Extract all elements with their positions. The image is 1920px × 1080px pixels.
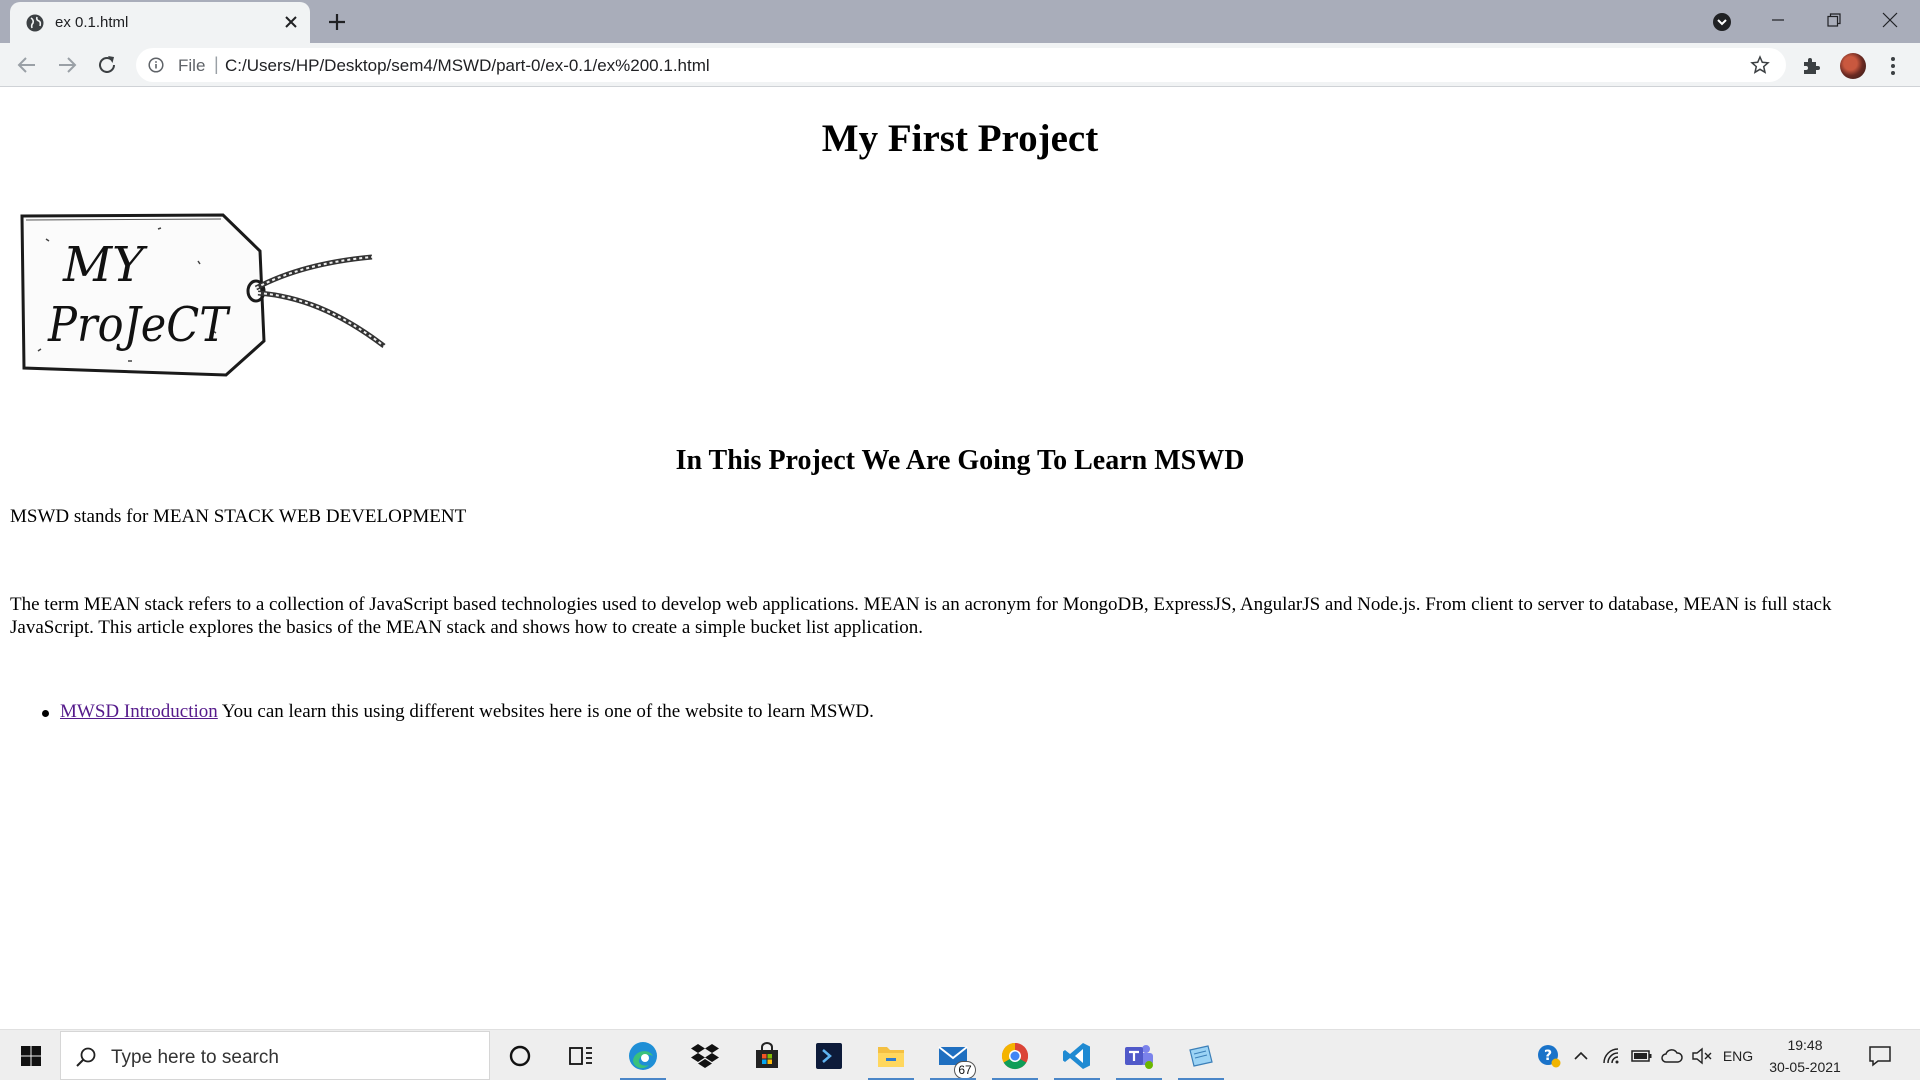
taskbar-dropbox[interactable] <box>676 1033 734 1079</box>
info-icon[interactable] <box>148 57 164 73</box>
reload-icon <box>99 56 115 73</box>
chevron-up-icon <box>1574 1051 1588 1060</box>
list-item: MWSD Introduction You can learn this usi… <box>42 701 1860 723</box>
windows-logo-icon <box>21 1045 41 1066</box>
extensions-puzzle-icon[interactable] <box>1800 55 1822 77</box>
store-bag-icon <box>756 1042 778 1068</box>
vscode-icon <box>1063 1043 1090 1069</box>
notification-icon <box>1869 1045 1891 1067</box>
list-item-text: You can learn this using different websi… <box>217 701 874 722</box>
search-placeholder: Type here to search <box>111 1047 279 1068</box>
tag-lettering-line-2: ProJeCT <box>47 297 231 353</box>
start-button[interactable] <box>10 1030 52 1080</box>
browser-toolbar: File | C:/Users/HP/Desktop/sem4/MSWD/par… <box>0 43 1920 87</box>
section-heading: In This Project We Are Going To Learn MS… <box>675 445 1245 476</box>
mwsd-introduction-link[interactable]: MWSD Introduction <box>60 701 218 722</box>
arrow-right-icon <box>59 57 77 73</box>
minimize-icon <box>1772 19 1784 21</box>
dropbox-icon <box>691 1044 719 1068</box>
notepad-icon <box>1189 1045 1213 1067</box>
wifi-icon <box>1603 1047 1619 1063</box>
url-separator: | <box>214 54 219 74</box>
tab-title: ex 0.1.html <box>55 14 129 31</box>
url-scheme-label: File <box>178 56 206 75</box>
help-question-icon: ? <box>1538 1044 1561 1067</box>
intro-paragraph: MSWD stands for MEAN STACK WEB DEVELOPME… <box>10 506 467 527</box>
svg-text:?: ? <box>1544 1048 1552 1064</box>
search-icon <box>76 1047 96 1067</box>
tray-show-hidden[interactable] <box>1568 1030 1594 1080</box>
tray-battery[interactable] <box>1628 1030 1656 1080</box>
window-close-button[interactable] <box>1862 0 1918 40</box>
tab-search-icon[interactable] <box>1710 10 1734 34</box>
taskbar-store[interactable] <box>738 1033 796 1079</box>
action-center-button[interactable] <box>1860 1030 1900 1080</box>
cortana-circle-icon <box>509 1045 531 1067</box>
tray-onedrive[interactable] <box>1658 1030 1686 1080</box>
list-bullet <box>42 710 49 717</box>
address-bar[interactable]: File | C:/Users/HP/Desktop/sem4/MSWD/par… <box>136 48 1786 82</box>
browser-tab-active[interactable]: ex 0.1.html <box>10 2 310 43</box>
taskbar-teams[interactable] <box>1110 1033 1168 1080</box>
reload-button[interactable] <box>94 52 120 78</box>
taskbar-notepad-app[interactable] <box>1172 1033 1230 1080</box>
new-tab-plus-icon[interactable] <box>324 9 350 35</box>
mail-unread-badge: 67 <box>954 1061 976 1079</box>
description-paragraph: The term MEAN stack refers to a collecti… <box>10 594 1832 638</box>
my-project-tag-image: MY ProJeCT <box>8 191 398 405</box>
forward-button[interactable] <box>54 52 80 78</box>
chrome-icon <box>1001 1042 1029 1070</box>
window-restore-button[interactable] <box>1806 0 1862 40</box>
windows-taskbar: Type here to search 67 ? ENG 19:48 30-05… <box>0 1029 1920 1080</box>
tray-network[interactable] <box>1598 1030 1626 1080</box>
arrow-left-icon <box>17 57 35 73</box>
edge-browser-icon <box>629 1042 657 1070</box>
restore-icon <box>1827 13 1841 27</box>
window-minimize-button[interactable] <box>1750 0 1806 40</box>
taskbar-chrome[interactable] <box>986 1033 1044 1080</box>
task-view-icon <box>569 1047 592 1065</box>
taskbar-clock[interactable]: 19:48 30-05-2021 <box>1760 1034 1850 1078</box>
bookmark-star-icon[interactable] <box>1750 55 1770 75</box>
taskbar-search-box[interactable]: Type here to search <box>60 1031 490 1080</box>
kebab-menu-icon[interactable] <box>1882 54 1904 78</box>
cloud-icon <box>1661 1048 1683 1063</box>
back-button[interactable] <box>14 52 40 78</box>
tray-volume[interactable] <box>1688 1030 1716 1080</box>
page-title: My First Project <box>821 117 1099 160</box>
profile-avatar[interactable] <box>1840 53 1866 79</box>
clock-time: 19:48 <box>1787 1037 1823 1053</box>
tray-help[interactable]: ? <box>1532 1030 1566 1080</box>
browser-tab-strip: ex 0.1.html <box>0 0 1920 43</box>
powershell-icon <box>816 1043 842 1069</box>
close-icon <box>1882 12 1898 28</box>
resource-list: MWSD Introduction You can learn this usi… <box>42 701 1860 723</box>
tray-language[interactable]: ENG <box>1718 1030 1758 1080</box>
tag-lettering-line-1: MY <box>62 237 148 293</box>
volume-muted-icon <box>1692 1047 1712 1064</box>
web-page-content: My First Project MY ProJeCT In This Proj… <box>0 88 1920 1029</box>
taskbar-vscode[interactable] <box>1048 1033 1106 1080</box>
language-indicator: ENG <box>1722 1047 1754 1064</box>
teams-icon <box>1125 1045 1153 1069</box>
url-text[interactable]: C:/Users/HP/Desktop/sem4/MSWD/part-0/ex-… <box>225 56 710 76</box>
clock-date: 30-05-2021 <box>1769 1059 1841 1075</box>
tab-close-icon[interactable] <box>282 13 300 31</box>
cortana-button[interactable] <box>491 1033 549 1079</box>
battery-icon <box>1631 1049 1652 1062</box>
globe-icon <box>26 14 44 32</box>
taskbar-edge[interactable] <box>614 1033 672 1080</box>
taskbar-mail[interactable]: 67 <box>924 1033 982 1080</box>
folder-icon <box>878 1047 904 1067</box>
taskbar-powershell[interactable] <box>800 1033 858 1079</box>
taskbar-file-explorer[interactable] <box>862 1033 920 1080</box>
task-view-button[interactable] <box>552 1033 610 1079</box>
